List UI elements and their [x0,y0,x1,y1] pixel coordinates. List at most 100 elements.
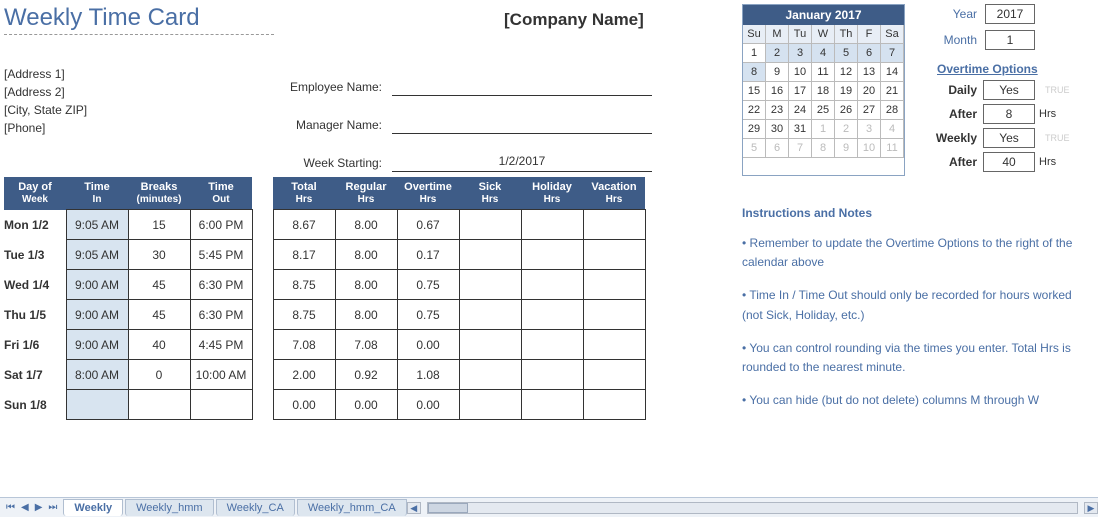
cal-day[interactable]: 24 [789,101,812,120]
ot-input[interactable]: Yes [983,80,1035,100]
time-cell[interactable]: 9:00 AM [66,270,128,300]
hrs-cell[interactable] [583,330,645,360]
cal-day[interactable]: 12 [835,63,858,82]
time-cell[interactable]: 9:05 AM [66,210,128,240]
cal-day[interactable]: 7 [789,139,812,158]
time-cell[interactable]: 4:45 PM [190,330,252,360]
cal-day[interactable]: 14 [881,63,904,82]
cal-day[interactable]: 19 [835,82,858,101]
cal-day[interactable]: 8 [743,63,766,82]
cal-day[interactable]: 30 [766,120,789,139]
cal-day[interactable]: 1 [812,120,835,139]
hrs-cell[interactable] [521,240,583,270]
hrs-cell[interactable] [459,330,521,360]
cal-day[interactable]: 27 [858,101,881,120]
hrs-cell[interactable] [459,240,521,270]
ot-input[interactable]: 8 [983,104,1035,124]
cal-day[interactable]: 3 [858,120,881,139]
cal-day[interactable]: 2 [835,120,858,139]
cal-day[interactable]: 20 [858,82,881,101]
cal-day[interactable]: 29 [743,120,766,139]
tab-nav-next-icon[interactable]: ▶ [33,502,45,513]
hrs-cell[interactable] [521,210,583,240]
hrs-cell[interactable] [583,390,645,420]
cal-day[interactable]: 18 [812,82,835,101]
cal-day[interactable]: 6 [766,139,789,158]
cal-day[interactable]: 4 [812,44,835,63]
horizontal-scrollbar[interactable] [427,502,1078,514]
cal-day[interactable]: 7 [881,44,904,63]
time-cell[interactable] [190,390,252,420]
hrs-cell[interactable] [521,390,583,420]
time-cell[interactable]: 8:00 AM [66,360,128,390]
cal-day[interactable]: 3 [789,44,812,63]
cal-day[interactable]: 31 [789,120,812,139]
cal-day[interactable]: 10 [858,139,881,158]
ot-input[interactable]: 40 [983,152,1035,172]
hrs-cell[interactable] [521,360,583,390]
time-cell[interactable]: 45 [128,300,190,330]
hrs-cell[interactable] [583,210,645,240]
time-cell[interactable]: 9:00 AM [66,330,128,360]
cal-day[interactable]: 25 [812,101,835,120]
cal-day[interactable]: 16 [766,82,789,101]
manager-name-input[interactable] [392,116,652,134]
hrs-cell[interactable] [459,390,521,420]
employee-name-input[interactable] [392,78,652,96]
cal-day[interactable]: 4 [881,120,904,139]
time-cell[interactable]: 0 [128,360,190,390]
hrs-cell[interactable] [521,270,583,300]
cal-day[interactable]: 28 [881,101,904,120]
time-cell[interactable]: 40 [128,330,190,360]
scroll-right-icon[interactable]: ▶ [1084,502,1098,514]
cal-day[interactable]: 8 [812,139,835,158]
hrs-cell[interactable] [459,270,521,300]
cal-day[interactable]: 2 [766,44,789,63]
sheet-tab[interactable]: Weekly_hmm [125,499,213,516]
hrs-cell[interactable] [521,330,583,360]
hrs-cell[interactable] [583,240,645,270]
cal-day[interactable]: 10 [789,63,812,82]
time-cell[interactable]: 45 [128,270,190,300]
time-cell[interactable]: 15 [128,210,190,240]
tab-nav-last-icon[interactable]: ⏭ [46,502,59,513]
mini-calendar[interactable]: January 2017 SuMTuWThFSa1234567891011121… [742,4,905,176]
sheet-tab[interactable]: Weekly_CA [216,499,295,516]
hrs-cell[interactable] [583,270,645,300]
time-cell[interactable]: 10:00 AM [190,360,252,390]
cal-day[interactable]: 13 [858,63,881,82]
time-cell[interactable]: 9:00 AM [66,300,128,330]
week-starting-input[interactable]: 1/2/2017 [392,154,652,172]
cal-day[interactable]: 15 [743,82,766,101]
sheet-tab[interactable]: Weekly_hmm_CA [297,499,407,516]
time-cell[interactable]: 6:00 PM [190,210,252,240]
hrs-cell[interactable] [459,210,521,240]
time-cell[interactable] [128,390,190,420]
time-cell[interactable]: 5:45 PM [190,240,252,270]
cal-day[interactable]: 11 [812,63,835,82]
sheet-tab[interactable]: Weekly [63,499,123,516]
hrs-cell[interactable] [459,360,521,390]
cal-day[interactable]: 23 [766,101,789,120]
cal-day[interactable]: 22 [743,101,766,120]
cal-day[interactable]: 26 [835,101,858,120]
cal-day[interactable]: 11 [881,139,904,158]
month-input[interactable]: 1 [985,30,1035,50]
cal-day[interactable]: 1 [743,44,766,63]
time-cell[interactable]: 6:30 PM [190,300,252,330]
hrs-cell[interactable] [583,360,645,390]
hrs-cell[interactable] [459,300,521,330]
hrs-cell[interactable] [583,300,645,330]
ot-input[interactable]: Yes [983,128,1035,148]
time-cell[interactable] [66,390,128,420]
scroll-left-icon[interactable]: ◀ [407,502,421,514]
scrollbar-thumb[interactable] [428,503,468,513]
time-cell[interactable]: 6:30 PM [190,270,252,300]
cal-day[interactable]: 17 [789,82,812,101]
cal-day[interactable]: 9 [835,139,858,158]
year-input[interactable]: 2017 [985,4,1035,24]
cal-day[interactable]: 9 [766,63,789,82]
time-cell[interactable]: 30 [128,240,190,270]
tab-nav-first-icon[interactable]: ⏮ [4,502,17,513]
tab-nav-prev-icon[interactable]: ◀ [19,502,31,513]
